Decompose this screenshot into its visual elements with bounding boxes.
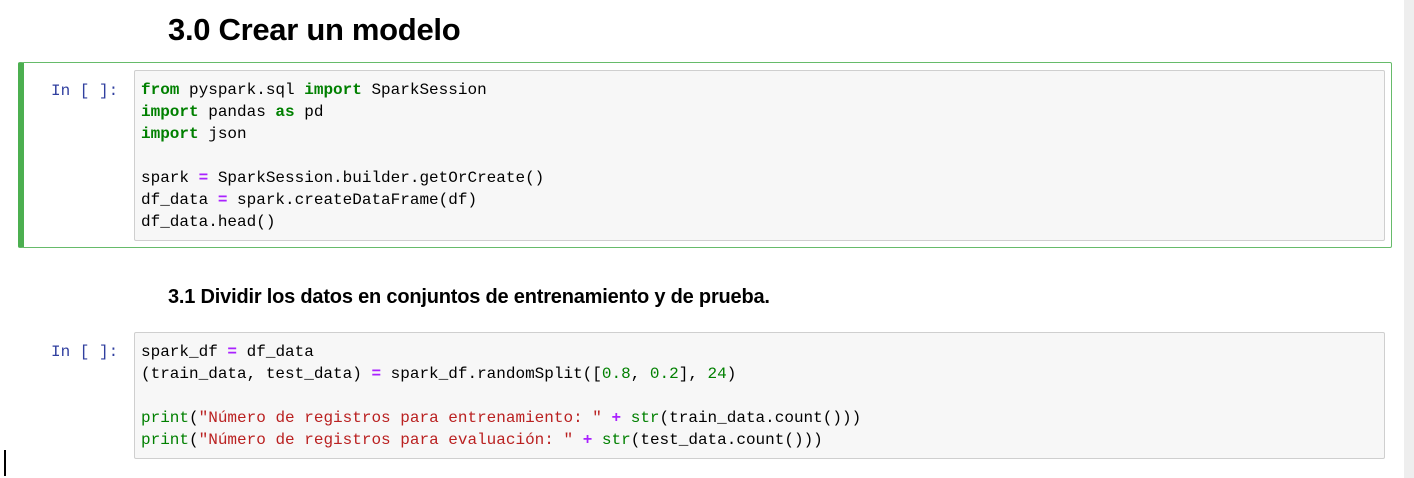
code-editor[interactable]: spark_df = df_data (train_data, test_dat…: [135, 333, 1384, 457]
code-input-area[interactable]: spark_df = df_data (train_data, test_dat…: [134, 332, 1385, 459]
section-heading: 3.0 Crear un modelo: [168, 12, 461, 47]
cell-prompt: In [ ]:: [51, 343, 119, 361]
subsection-heading: 3.1 Dividir los datos en conjuntos de en…: [168, 286, 770, 308]
notebook-container: 3.0 Crear un modelo In [ ]: from pyspark…: [0, 0, 1404, 478]
code-editor[interactable]: from pyspark.sql import SparkSession imp…: [135, 71, 1384, 239]
cell-prompt: In [ ]:: [51, 82, 119, 100]
code-input-area[interactable]: from pyspark.sql import SparkSession imp…: [134, 70, 1385, 241]
text-cursor: [4, 450, 6, 476]
